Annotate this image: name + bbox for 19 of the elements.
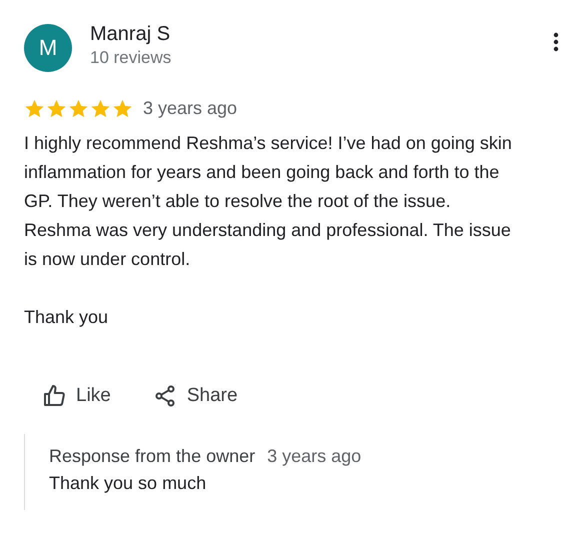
review-time: 3 years ago xyxy=(143,98,238,119)
star-icon xyxy=(24,98,45,118)
review-text: I highly recommend Reshma’s service! I’ve had on going skin inflammation for years and been going back and forth to the GP. They weren’t able to resolve the root of the issue. Reshma was very understanding and professional. The issue is now under control. xyxy=(24,132,513,271)
share-icon xyxy=(152,384,177,408)
star-icon xyxy=(90,98,111,118)
response-title: Response from the owner xyxy=(49,446,256,467)
more-options-icon[interactable] xyxy=(553,32,559,52)
star-icon xyxy=(112,98,133,118)
avatar[interactable]: M xyxy=(24,24,72,72)
star-icon xyxy=(68,98,89,118)
review-count: 10 reviews xyxy=(90,47,172,69)
star-icon xyxy=(46,98,67,118)
response-text: Thank you so much xyxy=(49,473,208,494)
response-time: 3 years ago xyxy=(267,446,362,467)
like-button[interactable]: Like xyxy=(32,378,121,414)
review-text: Thank you xyxy=(24,306,110,329)
author-name[interactable]: Manraj S xyxy=(90,21,535,47)
share-button[interactable]: Share xyxy=(142,378,248,414)
thumbs-up-icon xyxy=(42,384,66,408)
